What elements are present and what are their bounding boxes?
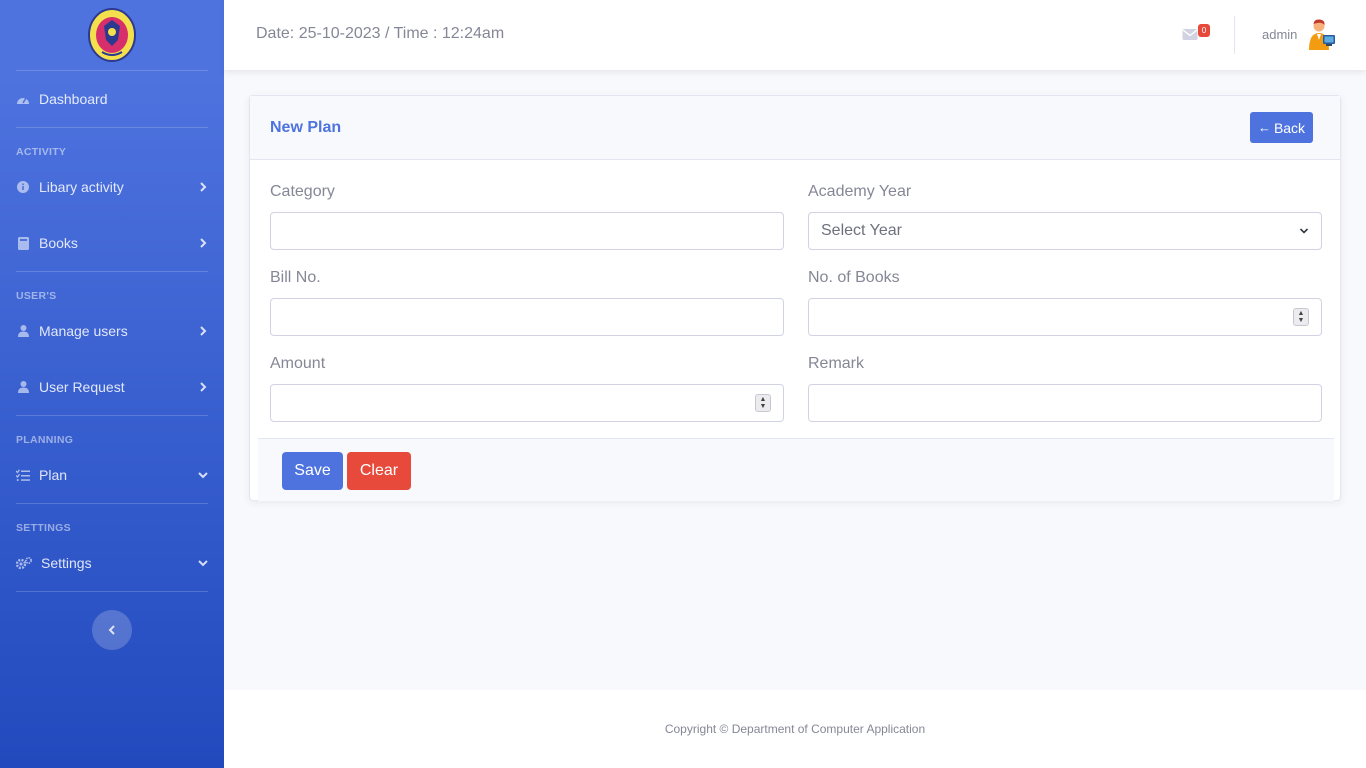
remark-input[interactable] <box>808 384 1322 422</box>
category-label: Category <box>270 183 335 200</box>
remark-label: Remark <box>808 355 865 372</box>
arrow-left-icon: ← <box>1257 120 1271 135</box>
chevron-down-icon: ▼ <box>759 403 767 410</box>
chevron-right-icon <box>200 182 207 192</box>
sidebar: Dashboard ACTIVITY Libary activity Books… <box>0 0 224 768</box>
sidebar-item-label: Books <box>39 235 78 251</box>
back-button-label: Back <box>1273 119 1306 136</box>
sidebar-heading-settings: SETTINGS <box>16 522 71 534</box>
academy-year-selected-value: Select Year <box>821 222 902 239</box>
book-icon <box>16 236 30 250</box>
chevron-down-icon <box>1299 228 1309 234</box>
topbar: Date: 25-10-2023 / Time : 12:24am 0 admi… <box>224 0 1366 70</box>
academy-year-label: Academy Year <box>808 183 912 200</box>
no-of-books-input[interactable]: ▲ ▼ <box>808 298 1322 336</box>
user-dropdown[interactable]: admin <box>1262 18 1337 50</box>
bill-no-label: Bill No. <box>270 269 321 286</box>
sidebar-item-label: Settings <box>41 555 92 571</box>
back-button[interactable]: ← Back <box>1250 112 1313 143</box>
number-spinner[interactable]: ▲ ▼ <box>1293 308 1309 326</box>
sidebar-item-plan[interactable]: Plan <box>0 447 224 503</box>
save-button[interactable]: Save <box>282 452 343 490</box>
sidebar-item-label: Libary activity <box>39 179 124 195</box>
card-header: New Plan ← Back <box>250 96 1340 160</box>
page-footer: Copyright © Department of Computer Appli… <box>224 690 1366 768</box>
topbar-divider <box>1234 16 1235 54</box>
chevron-left-icon <box>108 625 115 635</box>
chevron-down-icon <box>198 560 208 567</box>
sidebar-heading-activity: ACTIVITY <box>16 146 67 158</box>
info-circle-icon <box>16 180 30 194</box>
username-label: admin <box>1262 26 1298 42</box>
user-icon <box>16 380 30 394</box>
chevron-up-icon: ▲ <box>1297 310 1305 317</box>
sidebar-item-label: User Request <box>39 379 125 395</box>
sidebar-item-settings[interactable]: Settings <box>0 535 224 591</box>
amount-label: Amount <box>270 355 326 372</box>
number-spinner[interactable]: ▲ ▼ <box>755 394 771 412</box>
mail-count-badge: 0 <box>1198 24 1210 37</box>
new-plan-card: New Plan ← Back Category Academy Year Se… <box>249 95 1341 501</box>
form-actions: Save Clear <box>258 438 1334 501</box>
sidebar-heading-users: USER'S <box>16 290 57 302</box>
user-icon <box>16 324 30 338</box>
bill-no-input[interactable] <box>270 298 784 336</box>
sidebar-brand[interactable] <box>0 0 224 70</box>
chevron-up-icon: ▲ <box>759 396 767 403</box>
sidebar-item-label: Plan <box>39 467 68 483</box>
avatar <box>1309 19 1336 50</box>
sidebar-heading-planning: PLANNING <box>16 434 74 446</box>
college-logo-icon <box>88 8 136 62</box>
sidebar-divider <box>16 591 208 592</box>
sidebar-item-books[interactable]: Books <box>0 215 224 271</box>
chevron-down-icon: ▼ <box>1297 317 1305 324</box>
page-title: New Plan <box>270 119 342 136</box>
amount-input[interactable]: ▲ ▼ <box>270 384 784 422</box>
datetime-display: Date: 25-10-2023 / Time : 12:24am <box>256 25 505 42</box>
list-check-icon <box>16 468 30 482</box>
clear-button[interactable]: Clear <box>347 452 411 490</box>
sidebar-item-library-activity[interactable]: Libary activity <box>0 159 224 215</box>
copyright-text: Copyright © Department of Computer Appli… <box>664 722 926 736</box>
sidebar-item-user-request[interactable]: User Request <box>0 359 224 415</box>
chevron-right-icon <box>200 382 207 392</box>
sidebar-item-dashboard[interactable]: Dashboard <box>0 71 224 127</box>
chevron-right-icon <box>200 326 207 336</box>
sidebar-toggle-button[interactable] <box>92 610 132 650</box>
cogs-icon <box>16 556 32 570</box>
category-input[interactable] <box>270 212 784 250</box>
chevron-down-icon <box>198 472 208 479</box>
academy-year-select[interactable]: Select Year <box>808 212 1322 250</box>
chevron-right-icon <box>200 238 207 248</box>
sidebar-item-label: Manage users <box>39 323 128 339</box>
sidebar-item-manage-users[interactable]: Manage users <box>0 303 224 359</box>
tachometer-icon <box>16 92 30 106</box>
no-of-books-label: No. of Books <box>808 269 900 286</box>
sidebar-item-label: Dashboard <box>39 91 108 107</box>
